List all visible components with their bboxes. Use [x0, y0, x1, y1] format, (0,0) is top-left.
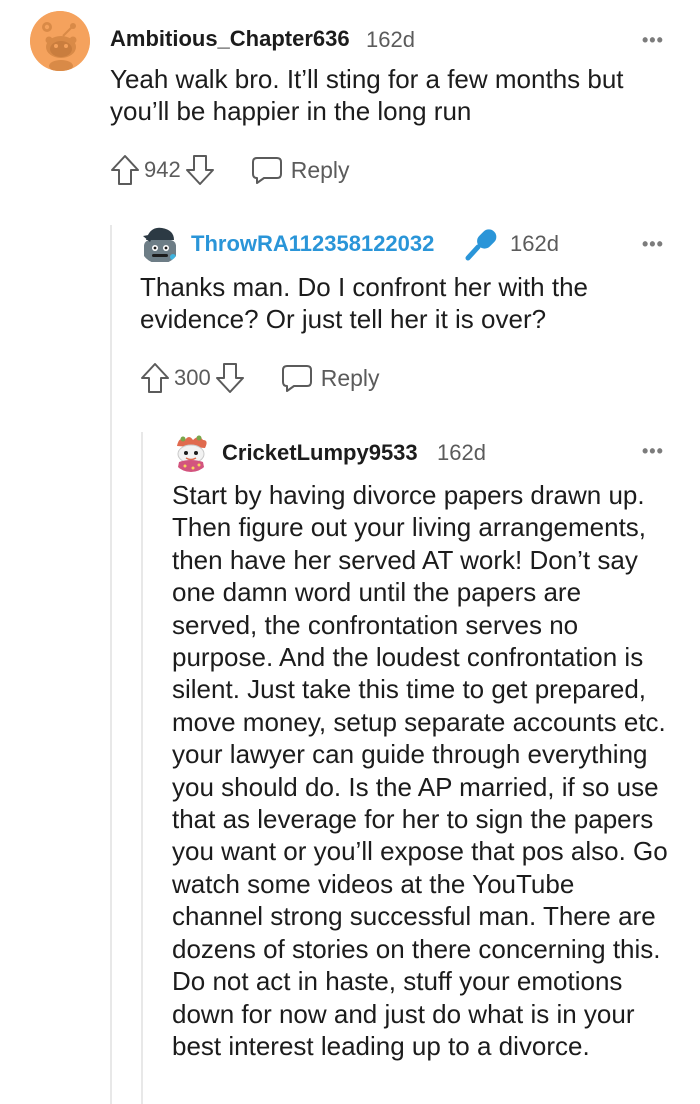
comment-actions: 942 Reply [110, 153, 350, 187]
downvote-icon[interactable] [215, 362, 245, 394]
thread-line-level-1[interactable] [110, 225, 112, 1104]
more-options-icon[interactable]: ••• [642, 235, 664, 253]
snoo-avatar-icon [30, 11, 90, 71]
comment-username[interactable]: CricketLumpy9533 [222, 440, 418, 466]
upvote-icon[interactable] [140, 362, 170, 394]
comment-actions: 300 Reply [140, 361, 380, 395]
snoo-avatar-icon [177, 435, 207, 472]
upvote-icon[interactable] [110, 154, 140, 186]
more-options-icon[interactable]: ••• [642, 442, 664, 460]
comment-age: 162d [437, 440, 486, 465]
reply-button[interactable]: Reply [251, 155, 350, 185]
vote-score: 942 [144, 157, 181, 182]
comment-username[interactable]: ThrowRA112358122032 [191, 231, 434, 257]
thread-line-level-2[interactable] [141, 432, 143, 1104]
avatar[interactable] [30, 11, 90, 71]
vote-score: 300 [174, 365, 211, 390]
chat-bubble-icon [251, 155, 283, 185]
more-options-icon[interactable]: ••• [642, 31, 664, 49]
comment-body: Yeah walk bro. It’ll sting for a few mon… [110, 64, 624, 127]
comment-body: Start by having divorce papers drawn up.… [172, 480, 668, 1061]
downvote-icon[interactable] [185, 154, 215, 186]
avatar[interactable] [140, 224, 180, 264]
comment-body: Thanks man. Do I confront her with the e… [140, 272, 588, 335]
snoo-avatar-icon [143, 227, 176, 262]
comment-age: 162d [366, 27, 415, 52]
avatar[interactable] [171, 432, 211, 472]
reply-label: Reply [320, 364, 380, 391]
comment-age: 162d [510, 231, 559, 256]
chat-bubble-icon [281, 363, 313, 393]
reply-label: Reply [290, 156, 350, 183]
microphone-icon [464, 227, 498, 266]
reply-button[interactable]: Reply [281, 363, 380, 393]
comment-username[interactable]: Ambitious_Chapter636 [110, 26, 350, 52]
